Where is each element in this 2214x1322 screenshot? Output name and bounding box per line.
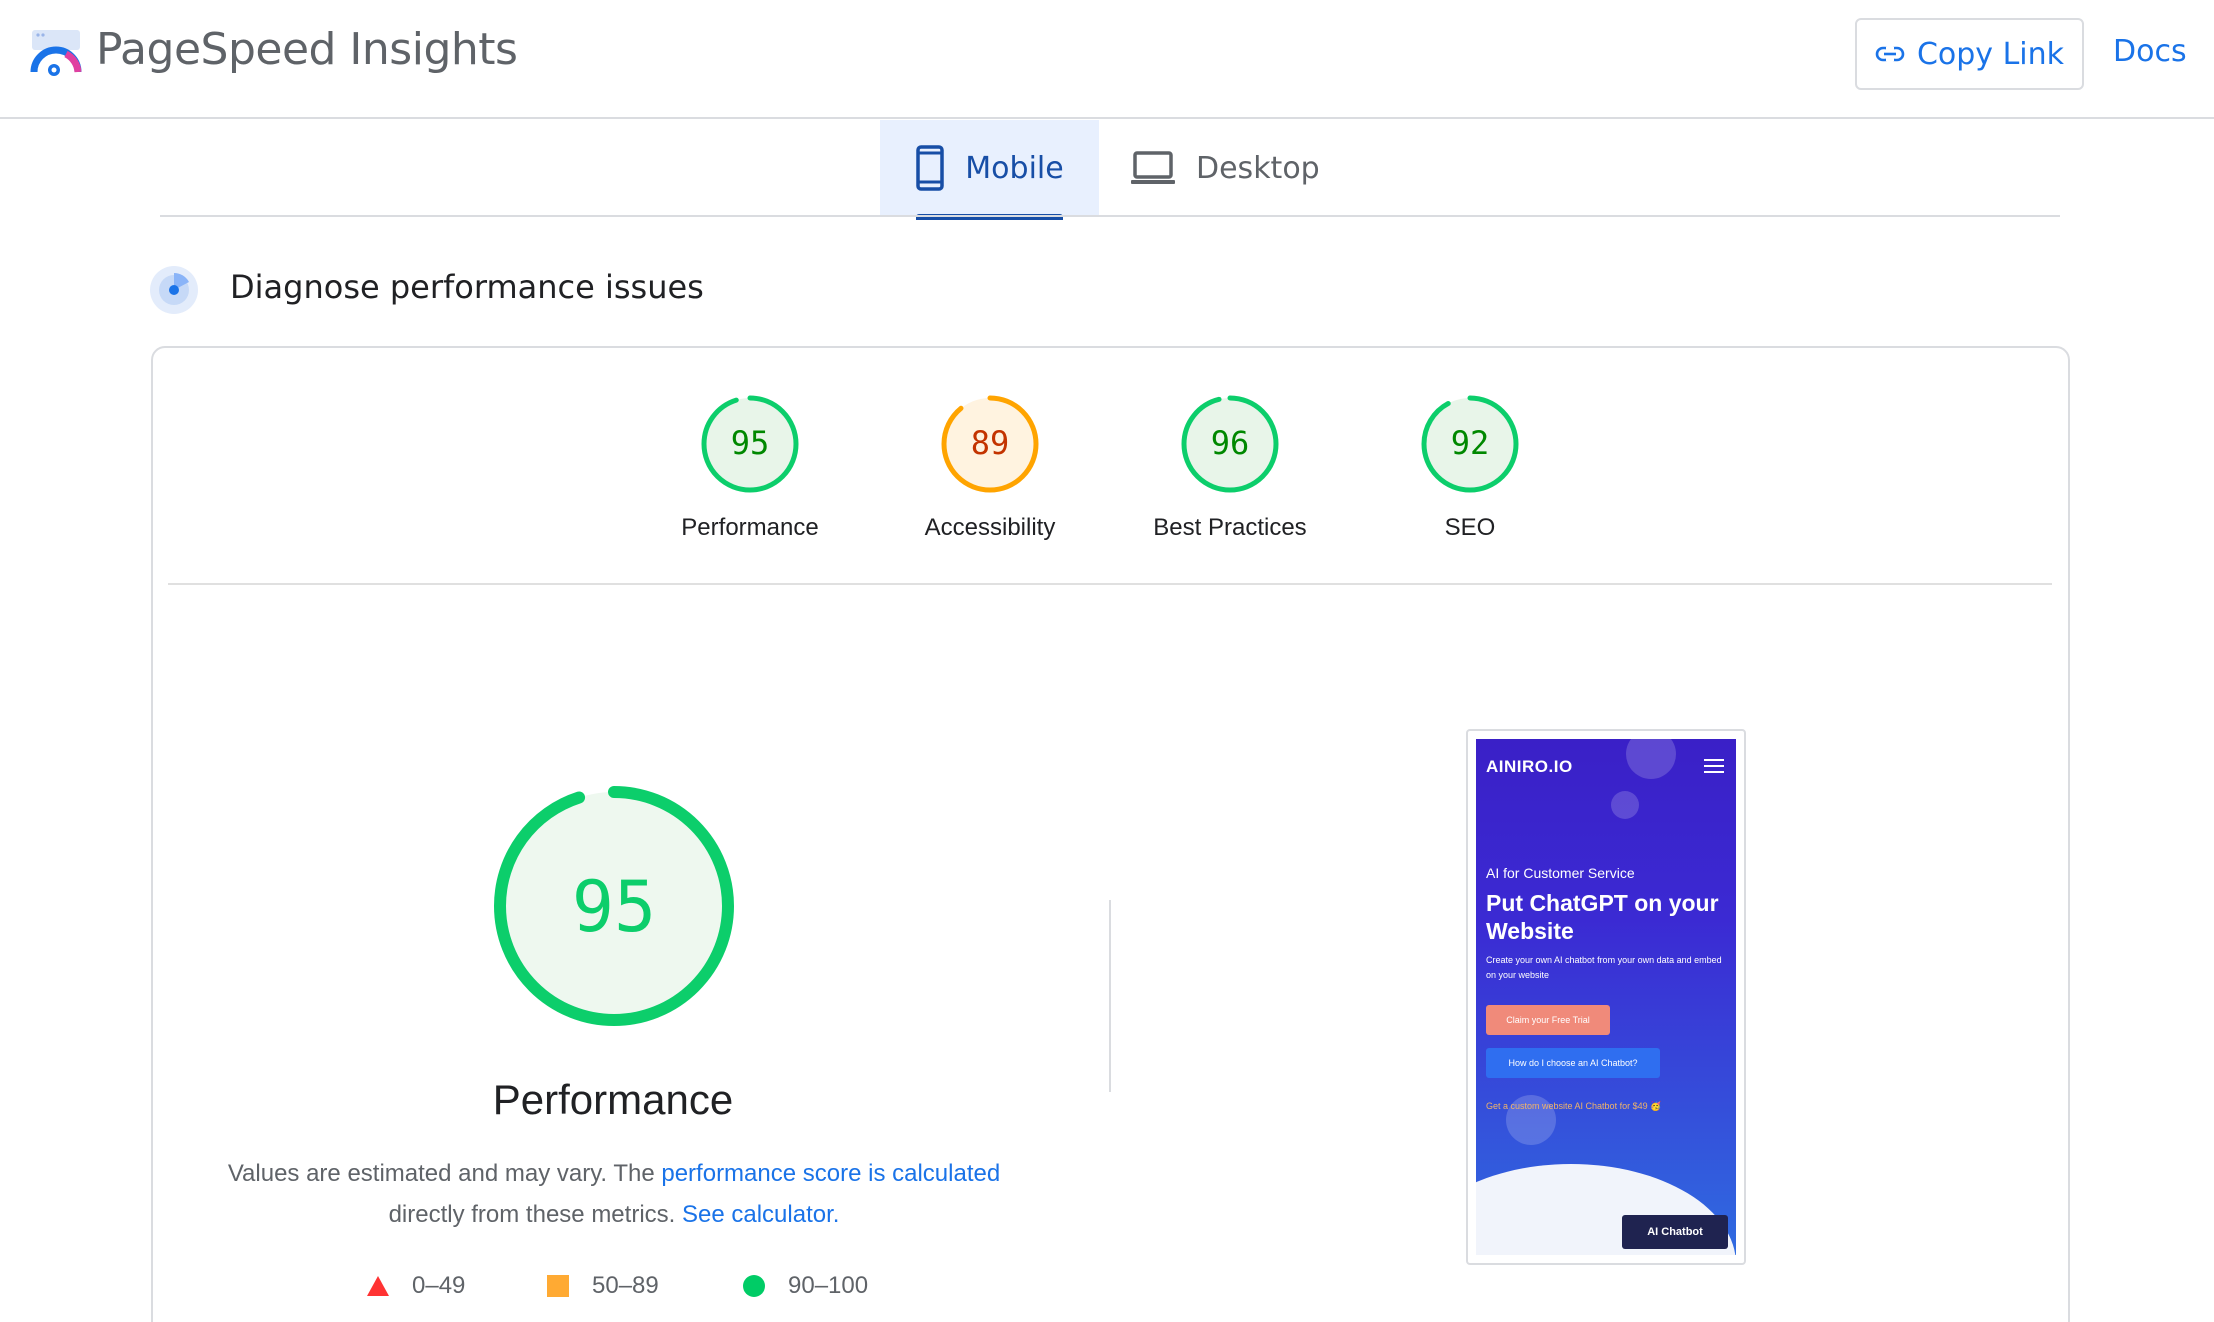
app-header: PageSpeed Insights Copy Link Docs	[0, 0, 2214, 119]
app-title: PageSpeed Insights	[96, 24, 518, 75]
gauge-score: 95	[731, 424, 770, 462]
square-icon	[547, 1275, 569, 1297]
gauge-label: Performance	[681, 514, 819, 541]
circle-icon	[743, 1275, 765, 1297]
score-ring: 96	[1181, 395, 1279, 493]
big-gauge-score: 95	[572, 866, 656, 948]
gauge-accessibility[interactable]: 89 Accessibility	[880, 394, 1100, 542]
desc-text: directly from these metrics.	[388, 1201, 682, 1228]
link-icon	[1875, 46, 1905, 62]
pagespeed-logo-icon	[30, 30, 82, 76]
tab-mobile-label: Mobile	[965, 150, 1064, 186]
score-ring: 92	[1421, 395, 1519, 493]
decorative-bubble	[1611, 791, 1639, 819]
copy-link-button[interactable]: Copy Link	[1855, 18, 2084, 90]
legend-pass: 90–100	[742, 1272, 868, 1300]
tab-desktop-label: Desktop	[1196, 150, 1320, 186]
gauge-best-practices[interactable]: 96 Best Practices	[1120, 394, 1340, 542]
site-headline: Put ChatGPT on your Website	[1486, 890, 1719, 944]
decorative-bubble	[1626, 739, 1676, 779]
site-cta-primary: Claim your Free Trial	[1486, 1005, 1610, 1035]
desc-text: Values are estimated and may vary. The	[227, 1160, 662, 1187]
performance-gauge: 95	[494, 786, 734, 1026]
performance-title: Performance	[492, 1076, 734, 1123]
smartphone-icon	[916, 145, 945, 191]
tabs-divider	[160, 215, 2060, 217]
gauge-seo[interactable]: 92 SEO	[1360, 394, 1580, 542]
card-divider	[168, 583, 2052, 585]
laptop-icon	[1131, 151, 1175, 184]
gauge-score: 92	[1451, 424, 1490, 462]
hamburger-menu-icon	[1704, 759, 1724, 773]
radar-icon	[150, 266, 198, 314]
score-ring: 95	[701, 395, 799, 493]
gauge-label: Accessibility	[924, 514, 1056, 541]
tab-desktop[interactable]: Desktop	[1130, 120, 1330, 216]
triangle-icon	[367, 1276, 389, 1296]
page-screenshot[interactable]: AINIRO.IO AI for Customer Service Put Ch…	[1466, 729, 1746, 1265]
site-subtext: Create your own AI chatbot from your own…	[1486, 955, 1722, 980]
gauge-label: SEO	[1444, 514, 1496, 541]
screenshot-content: AINIRO.IO AI for Customer Service Put Ch…	[1476, 739, 1736, 1255]
tab-mobile[interactable]: Mobile	[880, 120, 1099, 220]
gauge-score: 89	[971, 424, 1010, 462]
gauge-label: Best Practices	[1153, 514, 1307, 541]
calculator-link[interactable]: See calculator.	[682, 1201, 839, 1228]
legend-fail: 0–49	[366, 1272, 465, 1300]
site-promo: Get a custom website AI Chatbot for $49 …	[1486, 1101, 1662, 1111]
gauge-score: 96	[1211, 424, 1250, 462]
gauge-performance[interactable]: 95 Performance	[640, 394, 860, 542]
performance-score-link[interactable]: performance score is calculated	[661, 1160, 1000, 1187]
score-ring: 89	[941, 395, 1039, 493]
section-title: Diagnose performance issues	[230, 268, 704, 306]
vertical-divider	[1109, 900, 1111, 1092]
site-chatbot-button: AI Chatbot	[1622, 1215, 1728, 1249]
device-tabs: Mobile Desktop	[0, 120, 2214, 220]
site-cta-secondary: How do I choose an AI Chatbot?	[1486, 1048, 1660, 1078]
copy-link-label: Copy Link	[1916, 36, 2065, 72]
performance-description: Values are estimated and may vary. The p…	[190, 1153, 1038, 1235]
legend-average: 50–89	[546, 1272, 659, 1300]
legend-label: 90–100	[788, 1272, 869, 1299]
legend-label: 50–89	[592, 1272, 659, 1299]
site-eyebrow: AI for Customer Service	[1486, 865, 1635, 881]
site-brand: AINIRO.IO	[1486, 757, 1573, 776]
docs-link[interactable]: Docs	[2113, 34, 2187, 69]
legend-label: 0–49	[412, 1272, 466, 1299]
